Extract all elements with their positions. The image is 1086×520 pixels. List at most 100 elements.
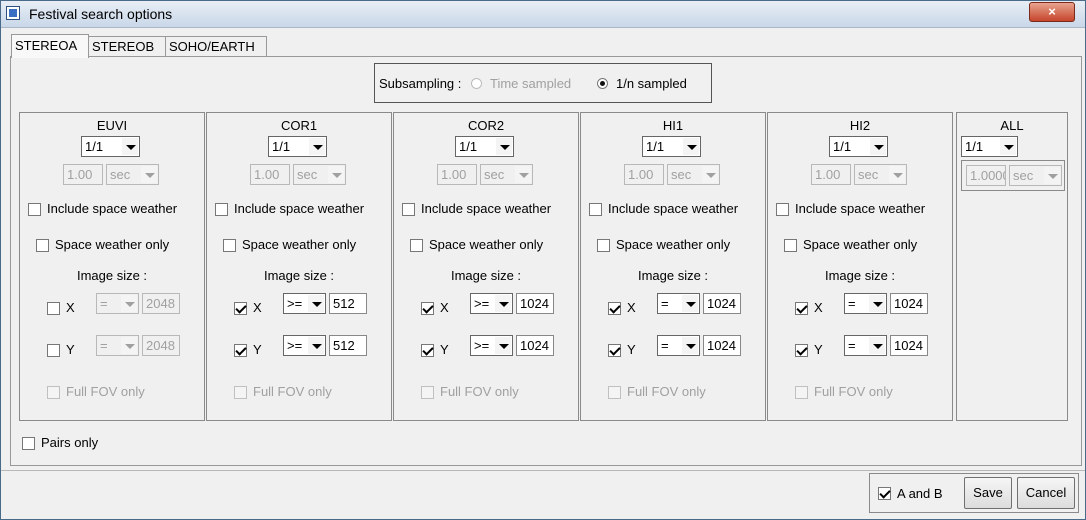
chevron-down-icon — [870, 138, 886, 155]
cor1-space-weather-only-checkbox[interactable] — [223, 239, 236, 252]
cor2-x-operator-select[interactable]: >= — [470, 293, 513, 314]
chevron-down-icon — [682, 295, 698, 312]
panel-cor1: COR1 1/1 1.00 sec Include space weather … — [206, 112, 392, 421]
cor2-y-checkbox[interactable] — [421, 344, 434, 357]
hi2-x-operator-select[interactable]: = — [844, 293, 887, 314]
euvi-unit-select[interactable]: sec — [106, 164, 159, 185]
chevron-down-icon — [141, 166, 157, 183]
cor1-y-operator-select[interactable]: >= — [283, 335, 326, 356]
chevron-down-icon — [869, 295, 885, 312]
cor2-x-checkbox[interactable] — [421, 302, 434, 315]
cancel-button[interactable]: Cancel — [1017, 477, 1075, 509]
a-and-b-checkbox[interactable] — [878, 487, 891, 500]
euvi-x-checkbox[interactable] — [47, 302, 60, 315]
hi2-y-size-input[interactable]: 1024 — [890, 335, 928, 356]
hi1-cadence-input[interactable]: 1.00 — [624, 164, 664, 185]
euvi-y-operator-select[interactable]: = — [96, 335, 139, 356]
y-label: Y — [627, 342, 636, 357]
full-fov-only-label: Full FOV only — [440, 384, 519, 399]
euvi-space-weather-only-checkbox[interactable] — [36, 239, 49, 252]
save-button[interactable]: Save — [964, 477, 1012, 509]
cor2-ratio-select[interactable]: 1/1 — [455, 136, 514, 157]
hi2-x-size-input[interactable]: 1024 — [890, 293, 928, 314]
all-unit-select[interactable]: sec — [1009, 165, 1062, 186]
hi1-x-operator-select[interactable]: = — [657, 293, 700, 314]
cor1-y-size-input[interactable]: 512 — [329, 335, 367, 356]
euvi-x-operator-select[interactable]: = — [96, 293, 139, 314]
subsampling-group: Subsampling : Time sampled 1/n sampled — [374, 63, 712, 103]
hi1-x-checkbox[interactable] — [608, 302, 621, 315]
chevron-down-icon — [496, 138, 512, 155]
hi1-ratio-select[interactable]: 1/1 — [642, 136, 701, 157]
cor2-full-fov-checkbox[interactable] — [421, 386, 434, 399]
cor1-y-checkbox[interactable] — [234, 344, 247, 357]
footer-group: A and B Save Cancel — [869, 473, 1079, 513]
hi2-unit-select[interactable]: sec — [854, 164, 907, 185]
close-button[interactable]: × — [1029, 2, 1075, 22]
panel-title: COR1 — [280, 118, 318, 133]
cor2-space-weather-only-checkbox[interactable] — [410, 239, 423, 252]
x-label: X — [440, 300, 449, 315]
euvi-y-checkbox[interactable] — [47, 344, 60, 357]
hi2-space-weather-only-checkbox[interactable] — [784, 239, 797, 252]
footer-divider — [1, 470, 1085, 471]
cor1-ratio-select[interactable]: 1/1 — [268, 136, 327, 157]
hi1-y-checkbox[interactable] — [608, 344, 621, 357]
euvi-full-fov-checkbox[interactable] — [47, 386, 60, 399]
euvi-include-space-weather-checkbox[interactable] — [28, 203, 41, 216]
tab-stereob[interactable]: STEREOB — [88, 36, 166, 57]
one-n-sampled-radio[interactable] — [597, 78, 608, 89]
hi1-y-operator-select[interactable]: = — [657, 335, 700, 356]
all-cadence-input[interactable]: 1.0000 — [966, 165, 1006, 186]
cor1-include-space-weather-checkbox[interactable] — [215, 203, 228, 216]
hi2-y-checkbox[interactable] — [795, 344, 808, 357]
close-icon: × — [1048, 4, 1056, 19]
tab-soho-earth[interactable]: SOHO/EARTH — [165, 36, 267, 57]
hi2-include-space-weather-checkbox[interactable] — [776, 203, 789, 216]
cor2-include-space-weather-checkbox[interactable] — [402, 203, 415, 216]
all-ratio-select[interactable]: 1/1 — [961, 136, 1018, 157]
cor1-unit-select[interactable]: sec — [293, 164, 346, 185]
hi2-ratio-select[interactable]: 1/1 — [829, 136, 888, 157]
tab-stereoa[interactable]: STEREOA — [11, 34, 89, 58]
cor2-y-operator-select[interactable]: >= — [470, 335, 513, 356]
cor1-x-size-input[interactable]: 512 — [329, 293, 367, 314]
hi1-space-weather-only-checkbox[interactable] — [597, 239, 610, 252]
euvi-cadence-input[interactable]: 1.00 — [63, 164, 103, 185]
hi1-unit-select[interactable]: sec — [667, 164, 720, 185]
hi2-cadence-input[interactable]: 1.00 — [811, 164, 851, 185]
cor1-full-fov-checkbox[interactable] — [234, 386, 247, 399]
panel-all: ALL 1/1 1.0000 sec — [956, 112, 1068, 421]
hi1-include-space-weather-checkbox[interactable] — [589, 203, 602, 216]
hi2-full-fov-checkbox[interactable] — [795, 386, 808, 399]
hi2-x-checkbox[interactable] — [795, 302, 808, 315]
cor1-x-operator-select[interactable]: >= — [283, 293, 326, 314]
euvi-x-size-input[interactable]: 2048 — [142, 293, 180, 314]
cor2-unit-select[interactable]: sec — [480, 164, 533, 185]
panel-cor2: COR2 1/1 1.00 sec Include space weather … — [393, 112, 579, 421]
time-sampled-radio[interactable] — [471, 78, 482, 89]
panel-title: HI1 — [662, 118, 684, 133]
hi1-x-size-input[interactable]: 1024 — [703, 293, 741, 314]
chevron-down-icon — [308, 295, 324, 312]
euvi-y-size-input[interactable]: 2048 — [142, 335, 180, 356]
cor1-cadence-input[interactable]: 1.00 — [250, 164, 290, 185]
pairs-only-checkbox[interactable] — [22, 437, 35, 450]
subsampling-label: Subsampling : — [379, 76, 462, 91]
cor1-x-checkbox[interactable] — [234, 302, 247, 315]
y-label: Y — [440, 342, 449, 357]
hi1-full-fov-checkbox[interactable] — [608, 386, 621, 399]
full-fov-only-label: Full FOV only — [66, 384, 145, 399]
hi1-y-size-input[interactable]: 1024 — [703, 335, 741, 356]
cor2-x-size-input[interactable]: 1024 — [516, 293, 554, 314]
x-label: X — [814, 300, 823, 315]
a-and-b-label: A and B — [897, 486, 943, 501]
cor2-cadence-input[interactable]: 1.00 — [437, 164, 477, 185]
euvi-ratio-select[interactable]: 1/1 — [81, 136, 140, 157]
full-fov-only-label: Full FOV only — [814, 384, 893, 399]
cor2-y-size-input[interactable]: 1024 — [516, 335, 554, 356]
chevron-down-icon — [308, 337, 324, 354]
y-label: Y — [66, 342, 75, 357]
title-bar: Festival search options × — [1, 1, 1085, 28]
hi2-y-operator-select[interactable]: = — [844, 335, 887, 356]
